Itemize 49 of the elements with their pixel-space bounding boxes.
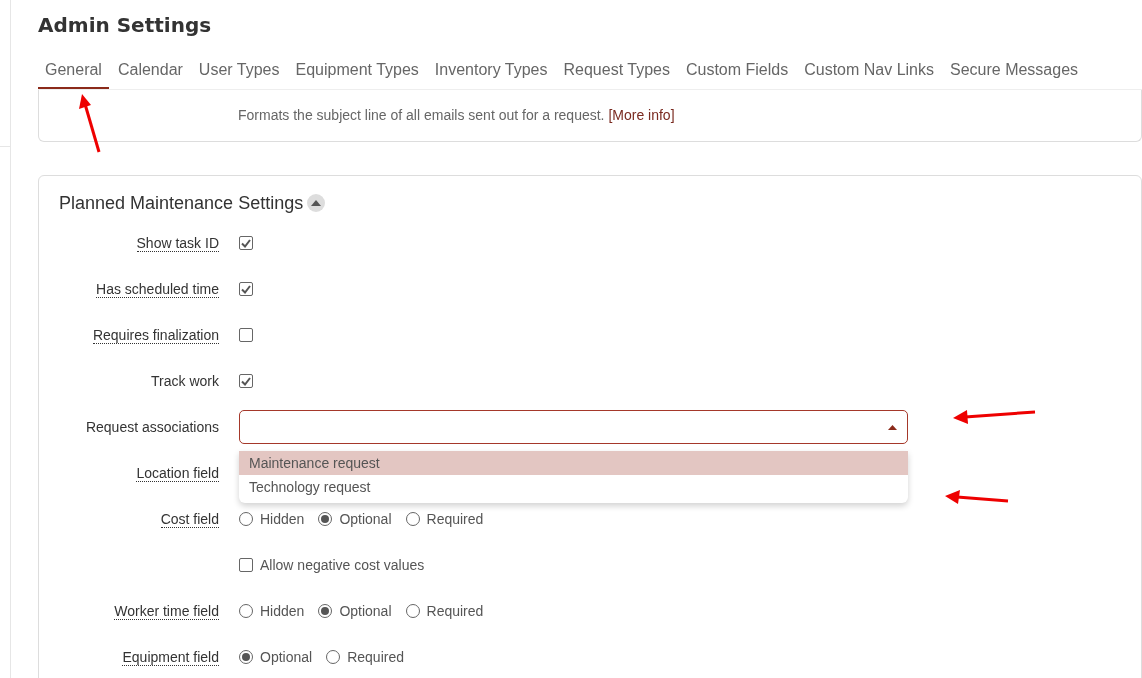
radio-button[interactable]	[318, 512, 333, 526]
tab[interactable]: Equipment Types	[288, 60, 426, 89]
caret-icon	[888, 424, 897, 430]
checkbox[interactable]	[239, 236, 253, 250]
radio-button[interactable]	[239, 604, 253, 618]
checkbox[interactable]	[239, 558, 253, 572]
field-label: Has scheduled time	[96, 280, 219, 298]
checkbox[interactable]	[239, 328, 253, 342]
dropdown-option[interactable]: Maintenance request	[239, 451, 908, 475]
checkbox[interactable]	[239, 282, 253, 296]
field-label: Track work	[151, 372, 219, 389]
radio-button[interactable]	[318, 604, 333, 618]
option-label: Required	[426, 509, 484, 529]
option-label: Optional	[260, 647, 313, 667]
option-label: Optional	[339, 509, 392, 529]
field-label: Request associations	[85, 418, 219, 435]
tab[interactable]: Calendar	[110, 60, 190, 89]
dropdown-option[interactable]: Technology request	[239, 475, 908, 499]
page-title: Admin Settings	[38, 12, 213, 38]
radio-button[interactable]	[239, 650, 253, 664]
option-label: Required	[426, 601, 484, 621]
radio-button[interactable]	[405, 604, 420, 618]
option-label: Hidden	[260, 509, 305, 529]
section-title: Planned Maintenance Settings	[59, 192, 304, 215]
tab[interactable]: Custom Nav Links	[797, 60, 941, 89]
tab[interactable]: Request Types	[556, 60, 677, 89]
option-label: Optional	[339, 601, 392, 621]
field-label: Location field	[136, 464, 219, 482]
more-info-link[interactable]: [More info]	[608, 107, 675, 123]
field-label: Requires finalization	[92, 326, 219, 344]
radio-button[interactable]	[405, 512, 420, 526]
select-field[interactable]	[239, 410, 908, 444]
radio-button[interactable]	[239, 512, 253, 526]
tab[interactable]: Inventory Types	[427, 60, 555, 89]
checkbox[interactable]	[239, 374, 253, 388]
field-label: Cost field	[160, 510, 219, 528]
radio-button[interactable]	[326, 650, 341, 664]
tab[interactable]: Custom Fields	[678, 60, 796, 89]
option-label: Hidden	[260, 601, 305, 621]
tab[interactable]: General	[38, 60, 109, 89]
tab[interactable]: User Types	[191, 60, 287, 89]
field-label: Equipment field	[122, 648, 219, 666]
option-label: Required	[347, 647, 404, 667]
field-label: Worker time field	[114, 602, 219, 620]
description-text: Formats the subject line of all emails sent out for a request.	[238, 107, 606, 123]
option-label: Allow negative cost values	[260, 555, 425, 575]
field-label: Show task ID	[136, 234, 219, 252]
tab[interactable]: Secure Messages	[943, 60, 1086, 89]
collapse-toggle-icon[interactable]	[307, 194, 326, 212]
